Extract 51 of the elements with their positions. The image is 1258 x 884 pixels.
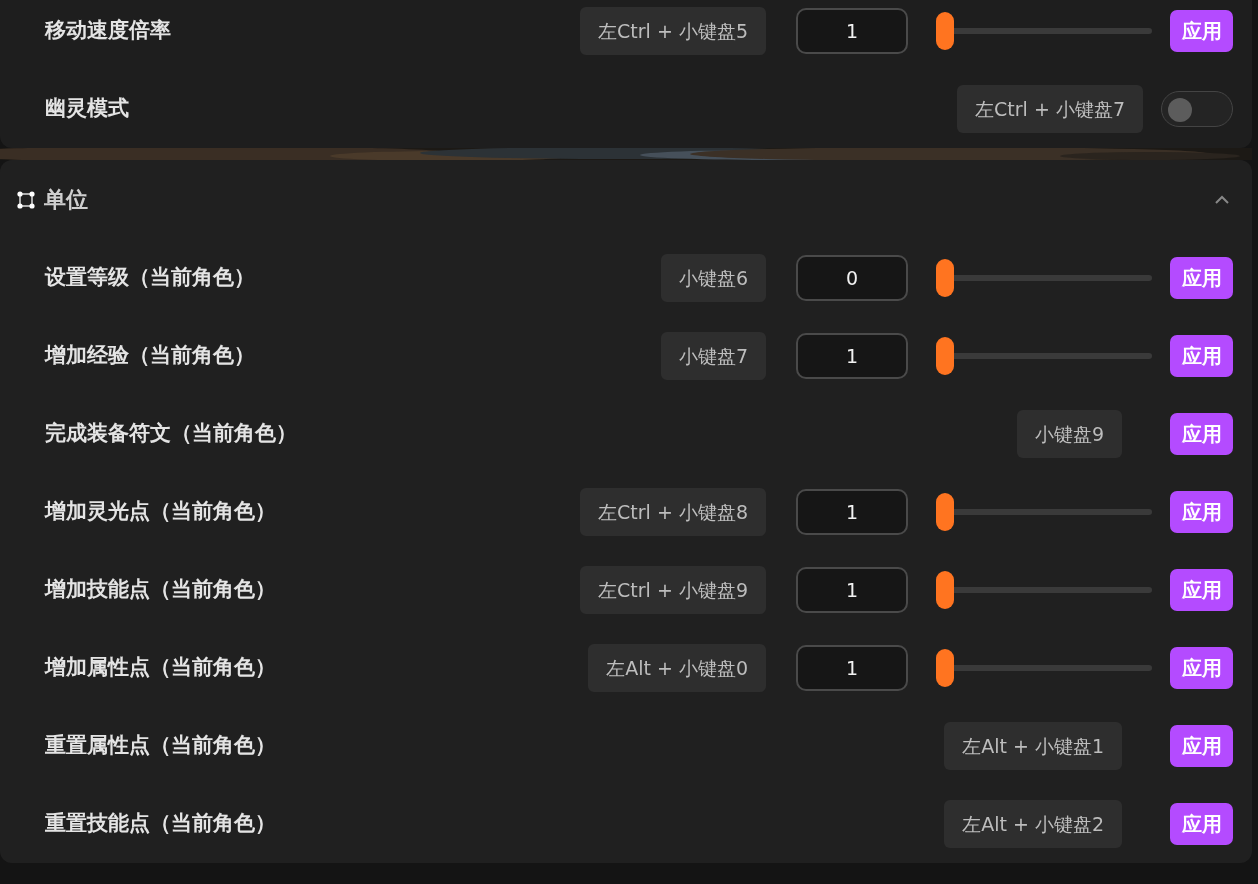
number-field[interactable]: 0 — [796, 255, 908, 301]
slider[interactable] — [936, 12, 1152, 50]
hotkey-label: 左Alt + 小键盘0 — [588, 644, 766, 692]
apply-button[interactable]: 应用 — [1170, 803, 1233, 845]
setting-label: 增加经验（当前角色） — [45, 342, 256, 370]
slider-thumb[interactable] — [936, 493, 954, 531]
apply-button[interactable]: 应用 — [1170, 647, 1233, 689]
hotkey-label: 小键盘9 — [1016, 410, 1122, 458]
setting-label: 设置等级（当前角色） — [45, 264, 256, 292]
nodes-icon — [16, 189, 36, 210]
slider-thumb[interactable] — [936, 649, 954, 687]
apply-button[interactable]: 应用 — [1170, 413, 1233, 455]
hotkey-label: 左Alt + 小键盘1 — [944, 722, 1122, 770]
apply-button[interactable]: 应用 — [1170, 335, 1233, 377]
slider[interactable] — [936, 337, 1152, 375]
slider-thumb[interactable] — [936, 12, 954, 50]
setting-label: 增加技能点（当前角色） — [45, 576, 277, 604]
slider-thumb[interactable] — [936, 259, 954, 297]
setting-label: 移动速度倍率 — [45, 17, 172, 45]
number-field[interactable]: 1 — [796, 567, 908, 613]
slider[interactable] — [936, 649, 1152, 687]
slider[interactable] — [936, 493, 1152, 531]
hotkey-label: 左Alt + 小键盘2 — [944, 800, 1122, 848]
toggle-switch[interactable] — [1161, 91, 1233, 127]
chevron-icon[interactable] — [1214, 194, 1230, 205]
setting-label: 重置技能点（当前角色） — [45, 810, 277, 838]
number-field[interactable]: 1 — [796, 489, 908, 535]
hotkey-label: 左Ctrl + 小键盘9 — [580, 566, 766, 614]
hotkey-label: 小键盘6 — [660, 254, 766, 302]
apply-button[interactable]: 应用 — [1170, 491, 1233, 533]
hotkey-label: 左Ctrl + 小键盘7 — [957, 85, 1143, 133]
setting-label: 增加灵光点（当前角色） — [45, 498, 277, 526]
setting-label: 幽灵模式 — [45, 95, 130, 123]
apply-button[interactable]: 应用 — [1170, 257, 1233, 299]
slider-thumb[interactable] — [936, 337, 954, 375]
number-field[interactable]: 1 — [796, 333, 908, 379]
slider-thumb[interactable] — [936, 571, 954, 609]
hotkey-label: 左Ctrl + 小键盘8 — [580, 488, 766, 536]
section-title: 单位 — [44, 186, 89, 214]
slider[interactable] — [936, 571, 1152, 609]
apply-button[interactable]: 应用 — [1170, 569, 1233, 611]
hotkey-label: 左Ctrl + 小键盘5 — [580, 7, 766, 55]
setting-label: 增加属性点（当前角色） — [45, 654, 277, 682]
hotkey-label: 小键盘7 — [660, 332, 766, 380]
number-field[interactable]: 1 — [796, 645, 908, 691]
apply-button[interactable]: 应用 — [1170, 10, 1233, 52]
slider[interactable] — [936, 259, 1152, 297]
apply-button[interactable]: 应用 — [1170, 725, 1233, 767]
number-field[interactable]: 1 — [796, 8, 908, 54]
setting-label: 重置属性点（当前角色） — [45, 732, 277, 760]
setting-label: 完成装备符文（当前角色） — [45, 420, 298, 448]
